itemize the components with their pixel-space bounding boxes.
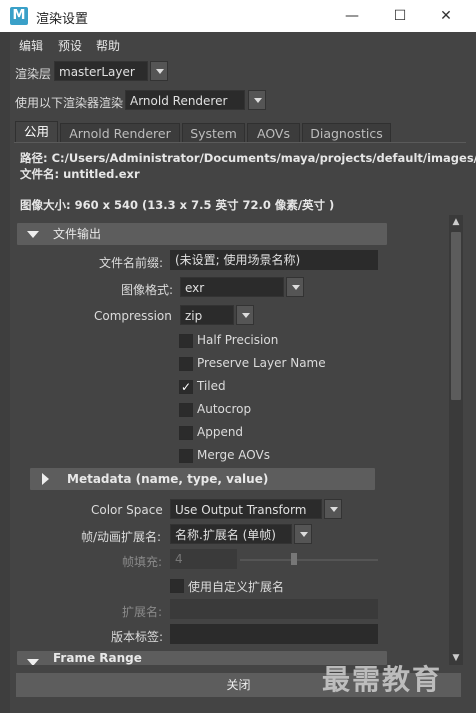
image-format-label: 图像格式: <box>121 283 174 297</box>
background-window-edge <box>0 32 10 713</box>
menu-help[interactable]: 帮助 <box>96 37 120 54</box>
renderer-label: 使用以下渲染器渲染 <box>15 96 124 110</box>
color-space-dropdown[interactable]: Use Output Transform <box>170 499 322 519</box>
filename-prefix-input[interactable]: (未设置; 使用场景名称) <box>170 250 378 270</box>
metadata-title: Metadata (name, type, value) <box>67 472 269 486</box>
window-title: 渲染设置 <box>36 12 89 27</box>
frame-extension-dropdown[interactable]: 名称.扩展名 (单帧) <box>170 524 292 544</box>
frame-padding-input[interactable]: 4 <box>170 549 237 569</box>
scrollbar-thumb[interactable] <box>451 232 461 400</box>
file-output-title: 文件输出 <box>53 227 102 241</box>
merge-aovs-checkbox[interactable] <box>179 449 193 463</box>
tab-aovs[interactable]: AOVs <box>247 123 300 142</box>
version-label-label: 版本标签: <box>111 630 164 644</box>
image-format-dropdown[interactable]: exr <box>180 277 284 297</box>
custom-extension-checkbox[interactable] <box>170 579 184 593</box>
color-space-label: Color Space <box>91 503 163 517</box>
version-label-input[interactable] <box>170 624 378 644</box>
renderer-dropdown[interactable]: Arnold Renderer <box>125 90 245 110</box>
tab-common[interactable]: 公用 <box>15 121 58 142</box>
tab-arnold-renderer[interactable]: Arnold Renderer <box>60 123 180 142</box>
filename-prefix-label: 文件名前缀: <box>99 256 164 270</box>
chevron-down-icon[interactable] <box>236 305 254 325</box>
frame-extension-label: 帧/动画扩展名: <box>81 530 162 544</box>
render-layer-dropdown[interactable]: masterLayer <box>54 61 148 81</box>
tab-system[interactable]: System <box>182 123 245 142</box>
render-layer-label: 渲染层 <box>15 67 52 81</box>
scroll-down-icon[interactable]: ▼ <box>449 651 463 665</box>
frame-padding-label: 帧填充: <box>122 555 163 569</box>
chevron-down-icon[interactable] <box>294 524 312 544</box>
frame-padding-slider[interactable] <box>240 559 378 561</box>
chevron-down-icon[interactable] <box>248 90 266 110</box>
custom-extension-label: 使用自定义扩展名 <box>188 580 285 594</box>
output-path: 路径: C:/Users/Administrator/Documents/may… <box>20 151 476 165</box>
image-size-info: 图像大小: 960 x 540 (13.3 x 7.5 英寸 72.0 像素/英… <box>20 198 335 212</box>
append-checkbox[interactable] <box>179 426 193 440</box>
output-filename: 文件名: untitled.exr <box>20 167 140 181</box>
maya-app-icon: M <box>10 7 28 25</box>
merge-aovs-label: Merge AOVs <box>197 448 270 462</box>
frame-range-title: Frame Range <box>53 651 142 665</box>
chevron-down-icon[interactable] <box>324 499 342 519</box>
compression-label: Compression <box>94 309 172 323</box>
half-precision-checkbox[interactable] <box>179 334 193 348</box>
preserve-layer-name-label: Preserve Layer Name <box>197 356 326 370</box>
tiled-label: Tiled <box>197 379 226 393</box>
tab-diagnostics[interactable]: Diagnostics <box>302 123 391 142</box>
watermark-logo: 最需教育 <box>322 663 443 696</box>
half-precision-label: Half Precision <box>197 333 279 347</box>
autocrop-checkbox[interactable] <box>179 403 193 417</box>
autocrop-label: Autocrop <box>197 402 252 416</box>
menu-presets[interactable]: 预设 <box>58 37 82 54</box>
append-label: Append <box>197 425 244 439</box>
menu-edit[interactable]: 编辑 <box>19 37 43 54</box>
tiled-checkbox[interactable]: ✓ <box>179 380 193 394</box>
preserve-layer-name-checkbox[interactable] <box>179 357 193 371</box>
maximize-icon[interactable]: ☐ <box>388 4 412 28</box>
metadata-section-header[interactable]: Metadata (name, type, value) <box>30 468 375 490</box>
extension-input[interactable] <box>170 599 378 619</box>
chevron-down-icon[interactable] <box>150 61 168 81</box>
frame-padding-slider-handle[interactable] <box>291 553 298 565</box>
scroll-up-icon[interactable]: ▲ <box>449 215 463 229</box>
file-output-section-header[interactable]: 文件输出 <box>17 223 387 245</box>
minimize-icon[interactable]: — <box>340 4 364 28</box>
extension-label: 扩展名: <box>122 605 163 619</box>
close-icon[interactable]: ✕ <box>434 4 458 28</box>
chevron-down-icon[interactable] <box>286 277 304 297</box>
compression-dropdown[interactable]: zip <box>180 305 234 325</box>
